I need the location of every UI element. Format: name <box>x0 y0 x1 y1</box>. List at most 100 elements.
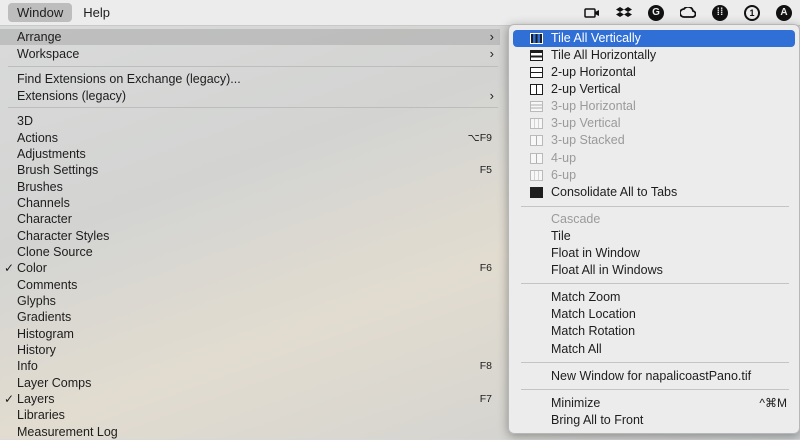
submenu-item-label: 6-up <box>551 168 577 182</box>
menu-item-label: Actions <box>17 131 58 145</box>
menu-item-adjustments[interactable]: Adjustments <box>0 146 500 162</box>
menu-item-label: Brush Settings <box>17 163 99 177</box>
submenu-item-3-up-vertical: 3-up Vertical <box>513 115 795 132</box>
menu-item-character[interactable]: Character <box>0 211 500 227</box>
menu-item-arrange[interactable]: Arrange › <box>0 29 500 46</box>
menu-item-label: Character <box>17 212 72 226</box>
shortcut-label: F5 <box>479 164 492 176</box>
shortcut-label: ^⌘M <box>759 396 787 410</box>
submenu-item-label: Float in Window <box>551 246 640 260</box>
camera-icon[interactable] <box>584 5 600 21</box>
menu-help[interactable]: Help <box>74 3 119 22</box>
menu-item-brushes[interactable]: Brushes <box>0 179 500 195</box>
three-up-horizontal-icon <box>530 101 543 112</box>
menu-item-label: Measurement Log <box>17 425 118 439</box>
menu-item-measurement-log[interactable]: Measurement Log <box>0 424 500 440</box>
submenu-item-3-up-stacked: 3-up Stacked <box>513 132 795 149</box>
a-circle-icon[interactable]: A <box>776 4 792 21</box>
two-up-horizontal-icon <box>530 67 543 78</box>
menu-item-label: Layers <box>17 392 55 406</box>
menu-item-label: Info <box>17 359 38 373</box>
menu-item-label: Adjustments <box>17 147 86 161</box>
menu-item-channels[interactable]: Channels <box>0 195 500 211</box>
submenu-item-label: Match Zoom <box>551 290 621 304</box>
menu-item-history[interactable]: History <box>0 342 500 358</box>
submenu-item-label: New Window for napalicoastPano.tif <box>551 369 752 383</box>
submenu-item-tile-all-vertically[interactable]: Tile All Vertically <box>513 30 795 47</box>
submenu-item-tile-all-horizontally[interactable]: Tile All Horizontally <box>513 47 795 64</box>
shortcut-label: F6 <box>479 262 492 274</box>
submenu-item-bring-all-to-front[interactable]: Bring All to Front <box>513 412 795 429</box>
six-up-icon <box>530 170 543 181</box>
menu-item-actions[interactable]: Actions ⌥F9 <box>0 130 500 146</box>
menu-item-layers[interactable]: Layers ✓ F7 <box>0 391 500 407</box>
three-up-stacked-icon <box>530 135 543 146</box>
menu-item-find-extensions-on-exchange-legacy[interactable]: Find Extensions on Exchange (legacy)... <box>0 71 500 87</box>
submenu-item-match-zoom[interactable]: Match Zoom <box>513 289 795 306</box>
menu-item-layer-comps[interactable]: Layer Comps <box>0 375 500 391</box>
menu-item-label: Find Extensions on Exchange (legacy)... <box>17 72 241 86</box>
submenu-item-label: 2-up Horizontal <box>551 65 636 79</box>
submenu-item-new-window-for-napalicoastpano-tif[interactable]: New Window for napalicoastPano.tif <box>513 368 795 385</box>
submenu-item-label: Consolidate All to Tabs <box>551 185 678 199</box>
menu-item-clone-source[interactable]: Clone Source <box>0 244 500 260</box>
submenu-item-label: Tile All Vertically <box>551 31 641 45</box>
submenu-item-label: Bring All to Front <box>551 413 644 427</box>
submenu-item-float-all-in-windows[interactable]: Float All in Windows <box>513 262 795 279</box>
submenu-item-label: Cascade <box>551 212 601 226</box>
submenu-item-match-rotation[interactable]: Match Rotation <box>513 323 795 340</box>
grammarly-icon[interactable]: G <box>648 4 664 21</box>
arrange-submenu: Tile All Vertically Tile All Horizontally… <box>508 24 800 434</box>
menu-item-label: Clone Source <box>17 245 93 259</box>
menu-item-label: Arrange <box>17 30 62 44</box>
dots-grid-icon[interactable]: ⁞⁞ <box>712 4 728 21</box>
menu-item-label: Libraries <box>17 408 65 422</box>
one-password-icon[interactable]: 1 <box>744 4 760 21</box>
submenu-item-label: Tile <box>551 229 571 243</box>
status-tray: G ⁞⁞ 1 A <box>576 0 800 25</box>
menu-item-glyphs[interactable]: Glyphs <box>0 293 500 309</box>
menu-item-comments[interactable]: Comments <box>0 277 500 293</box>
submenu-item-label: 3-up Vertical <box>551 116 621 130</box>
four-up-icon <box>530 153 543 164</box>
dropbox-icon[interactable] <box>616 5 632 21</box>
menu-item-gradients[interactable]: Gradients <box>0 309 500 325</box>
menu-item-label: History <box>17 343 56 357</box>
submenu-item-label: Match Rotation <box>551 324 636 338</box>
submenu-item-6-up: 6-up <box>513 167 795 184</box>
menu-item-character-styles[interactable]: Character Styles <box>0 228 500 244</box>
chevron-right-icon: › <box>489 88 494 103</box>
menu-item-3d[interactable]: 3D <box>0 113 500 129</box>
menu-separator <box>521 283 789 284</box>
shortcut-label: F8 <box>479 360 492 372</box>
two-up-vertical-icon <box>530 84 543 95</box>
submenu-item-3-up-horizontal: 3-up Horizontal <box>513 98 795 115</box>
submenu-item-match-all[interactable]: Match All <box>513 341 795 358</box>
submenu-item-minimize[interactable]: Minimize ^⌘M <box>513 395 795 412</box>
menu-item-histogram[interactable]: Histogram <box>0 326 500 342</box>
menu-item-color[interactable]: Color ✓ F6 <box>0 260 500 276</box>
menu-item-libraries[interactable]: Libraries <box>0 407 500 423</box>
chevron-right-icon: › <box>489 45 494 61</box>
submenu-item-cascade: Cascade <box>513 211 795 228</box>
menu-item-extensions-legacy[interactable]: Extensions (legacy) › <box>0 88 500 104</box>
menu-item-brush-settings[interactable]: Brush Settings F5 <box>0 162 500 178</box>
creative-cloud-icon[interactable] <box>680 5 696 21</box>
checkmark-icon: ✓ <box>4 392 15 406</box>
submenu-item-label: 3-up Horizontal <box>551 99 636 113</box>
submenu-item-float-in-window[interactable]: Float in Window <box>513 245 795 262</box>
menu-item-info[interactable]: Info F8 <box>0 358 500 374</box>
shortcut-label: ⌥F9 <box>467 132 492 144</box>
menu-item-workspace[interactable]: Workspace › <box>0 46 500 62</box>
menu-separator <box>8 66 498 67</box>
submenu-item-2-up-horizontal[interactable]: 2-up Horizontal <box>513 64 795 81</box>
submenu-item-match-location[interactable]: Match Location <box>513 306 795 323</box>
submenu-item-consolidate-all-to-tabs[interactable]: Consolidate All to Tabs <box>513 184 795 201</box>
submenu-item-tile[interactable]: Tile <box>513 228 795 245</box>
menu-window[interactable]: Window <box>8 3 73 22</box>
submenu-item-label: Match All <box>551 342 602 356</box>
submenu-item-label: 2-up Vertical <box>551 82 621 96</box>
menu-bar: Window Help G ⁞⁞ 1 A <box>0 0 800 26</box>
submenu-item-2-up-vertical[interactable]: 2-up Vertical <box>513 81 795 98</box>
checkmark-icon: ✓ <box>4 261 15 275</box>
